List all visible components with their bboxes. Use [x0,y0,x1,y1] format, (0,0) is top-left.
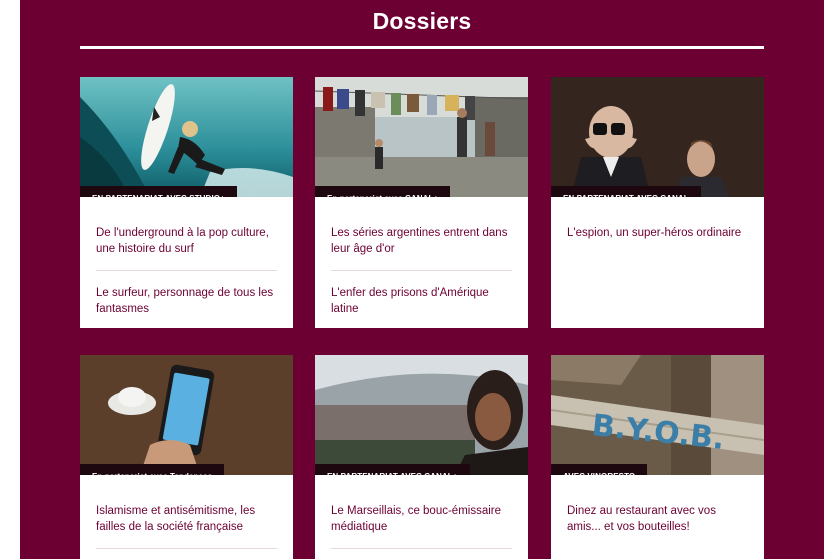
dossier-card-spy: EN PARTENARIAT AVEC CANAL L'espion, un s… [551,77,764,328]
surfer-photo[interactable]: EN PARTENARIAT AVEC STUDIO+ [80,77,293,197]
article-link[interactable]: Dinez au restaurant avec vos amis... et … [567,503,748,535]
article-link[interactable]: Le surfeur, personnage de tous les fanta… [96,285,277,317]
divider [331,270,512,271]
divider [96,548,277,549]
title-underline [80,46,764,49]
dossier-card-vinoresto: B.Y.O.B. AVEC VINORESTO Dinez au restaur… [551,355,764,559]
partner-badge: AVEC VINORESTO [551,464,648,475]
divider [331,548,512,549]
dossiers-section: Dossiers EN PARTENARIA [20,0,824,559]
byob-sign-photo[interactable]: B.Y.O.B. AVEC VINORESTO [551,355,764,475]
partner-badge: En partenariat avec CANAL+ [315,186,451,197]
partner-badge: EN PARTENARIAT AVEC CANAL [551,186,701,197]
divider [96,270,277,271]
favela-laundry-photo[interactable]: En partenariat avec CANAL+ [315,77,528,197]
article-link[interactable]: De l'underground à la pop culture, une h… [96,225,277,257]
dossier-card-argentina: En partenariat avec CANAL+ Les séries ar… [315,77,528,328]
dossier-card-marseillais: EN PARTENARIAT AVEC CANAL+ Le Marseillai… [315,355,528,559]
article-link[interactable]: L'espion, un super-héros ordinaire [567,225,748,241]
stadium-woman-photo[interactable]: EN PARTENARIAT AVEC CANAL+ [315,355,528,475]
article-link[interactable]: Le Marseillais, ce bouc-émissaire médiat… [331,503,512,535]
partner-badge: EN PARTENARIAT AVEC STUDIO+ [80,186,237,197]
section-title: Dossiers [372,8,472,34]
smartphone-twitter-photo[interactable]: En partenariat avec Tendances [80,355,293,475]
article-link[interactable]: Islamisme et antisémitisme, les failles … [96,503,277,535]
article-link[interactable]: L'enfer des prisons d'Amérique latine [331,285,512,317]
dossier-card-surf: EN PARTENARIAT AVEC STUDIO+ De l'undergr… [80,77,293,328]
partner-badge: En partenariat avec Tendances [80,464,225,475]
spy-binoculars-photo[interactable]: EN PARTENARIAT AVEC CANAL [551,77,764,197]
dossier-card-islamism: En partenariat avec Tendances Islamisme … [80,355,293,559]
article-link[interactable]: Les séries argentines entrent dans leur … [331,225,512,257]
partner-badge: EN PARTENARIAT AVEC CANAL+ [315,464,470,475]
